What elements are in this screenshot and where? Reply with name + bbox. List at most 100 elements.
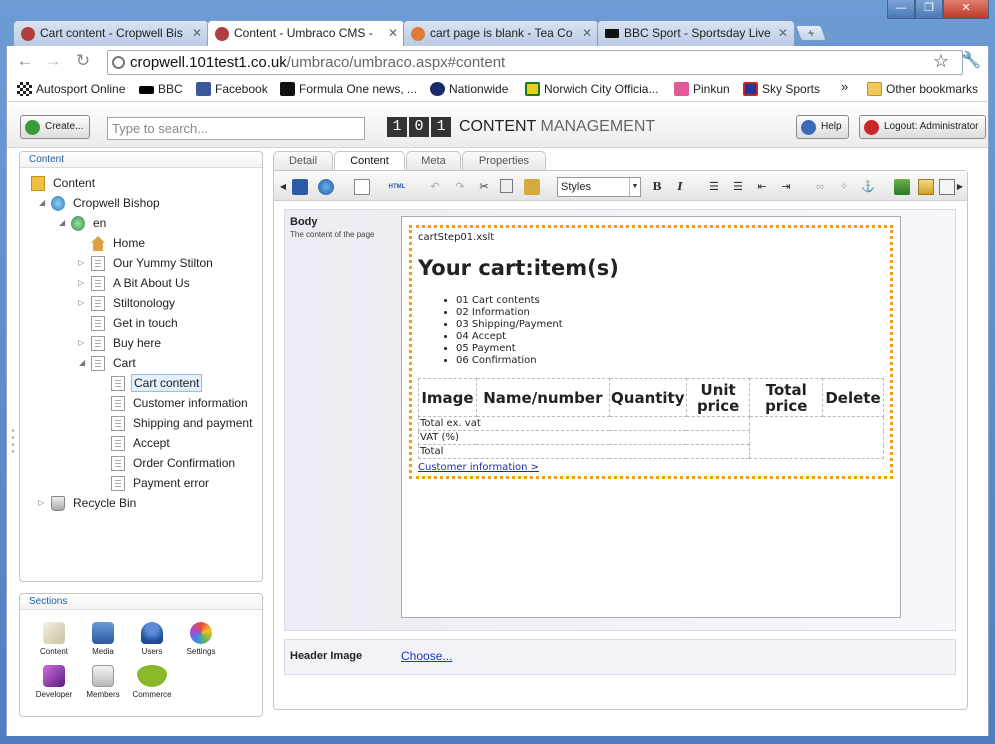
tab-detail[interactable]: Detail — [273, 151, 333, 171]
bookmark-item[interactable]: Nationwide — [430, 82, 508, 96]
wrench-icon[interactable]: 🔧 — [961, 52, 981, 72]
help-button[interactable]: Help — [796, 115, 849, 139]
toolbar-scroll-right-icon[interactable]: ▶ — [955, 179, 965, 195]
document-icon — [91, 316, 105, 331]
close-tab-icon[interactable]: ✕ — [778, 26, 788, 40]
tab-title: cart page is blank - Tea Co — [430, 26, 573, 40]
insert-image-icon[interactable] — [894, 179, 910, 195]
outdent-icon[interactable]: ⇤ — [754, 179, 770, 195]
section-settings[interactable]: Settings — [177, 622, 225, 656]
bold-icon[interactable]: B — [649, 179, 665, 195]
section-commerce[interactable]: Commerce — [128, 665, 176, 699]
bookmark-label: Autosport Online — [36, 82, 126, 96]
redo-icon[interactable]: ↷ — [452, 179, 468, 195]
browser-tab[interactable]: cart page is blank - Tea Co ✕ — [403, 20, 599, 46]
create-button[interactable]: Create... — [20, 115, 91, 139]
italic-icon[interactable]: I — [672, 179, 688, 195]
browser-tab[interactable]: Cart content - Cropwell Bis ✕ — [13, 20, 209, 46]
close-tab-icon[interactable]: ✕ — [582, 26, 592, 40]
section-label: Content — [39, 647, 69, 656]
address-bar[interactable]: cropwell.101test1.co.uk/umbraco/umbraco.… — [107, 50, 963, 75]
total-ex-vat-label: Total ex. vat — [417, 416, 751, 431]
link-icon[interactable]: ∞ — [812, 179, 828, 195]
anchor-icon[interactable]: ⚓ — [860, 179, 876, 195]
bookmark-item[interactable]: Norwich City Officia... — [525, 82, 658, 96]
bookmark-label: Facebook — [215, 82, 268, 96]
tree-label: Our Yummy Stilton — [113, 256, 213, 270]
styles-label: Styles — [561, 181, 591, 193]
section-users[interactable]: Users — [128, 622, 176, 656]
media-section-icon — [92, 622, 114, 644]
tab-meta[interactable]: Meta — [406, 151, 461, 171]
expand-arrow-icon[interactable]: ▷ — [78, 294, 88, 312]
bookmark-item[interactable]: Facebook — [196, 82, 268, 96]
reload-icon[interactable]: ↻ — [73, 52, 93, 72]
save-publish-icon[interactable] — [318, 179, 334, 195]
expand-arrow-icon[interactable]: ▷ — [78, 274, 88, 292]
choose-link[interactable]: Choose... — [401, 649, 452, 663]
unlink-icon[interactable]: ✧ — [836, 179, 852, 195]
splitter-handle[interactable] — [11, 427, 15, 455]
insert-macro-icon[interactable] — [939, 179, 955, 195]
browser-tab[interactable]: BBC Sport - Sportsday Live ✕ — [597, 20, 795, 46]
expand-arrow-icon[interactable]: ◢ — [39, 194, 49, 212]
macro-container[interactable]: cartStep01.xslt Your cart:item(s) 01 Car… — [409, 225, 893, 479]
close-tab-icon[interactable]: ✕ — [192, 26, 202, 40]
styles-select[interactable]: Styles ▼ — [557, 177, 641, 197]
html-icon[interactable]: HTML — [386, 179, 408, 195]
expand-arrow-icon[interactable]: ◢ — [79, 354, 89, 372]
preview-icon[interactable] — [354, 179, 370, 195]
cut-icon[interactable]: ✂ — [476, 179, 492, 195]
back-arrow-icon[interactable]: ← — [15, 52, 35, 72]
indent-icon[interactable]: ⇥ — [778, 179, 794, 195]
section-content[interactable]: Content — [30, 622, 78, 656]
document-icon — [111, 396, 125, 411]
bookmark-item[interactable]: Formula One news, ... — [280, 82, 417, 96]
customer-info-link[interactable]: Customer information > — [418, 462, 539, 473]
bookmark-item[interactable]: BBC — [139, 82, 183, 96]
other-bookmarks[interactable]: Other bookmarks — [867, 82, 978, 96]
bookmark-item[interactable]: Sky Sports — [743, 82, 820, 96]
expand-arrow-icon[interactable]: ◢ — [59, 214, 69, 232]
section-media[interactable]: Media — [79, 622, 127, 656]
tab-content[interactable]: Content — [334, 151, 405, 172]
content-section-icon — [43, 622, 65, 644]
bullet-list-icon[interactable]: ☰ — [706, 179, 722, 195]
undo-icon[interactable]: ↶ — [427, 179, 443, 195]
tab-properties[interactable]: Properties — [462, 151, 546, 171]
insert-media-icon[interactable] — [918, 179, 934, 195]
pinkun-icon — [674, 82, 689, 96]
toolbar-scroll-left-icon[interactable]: ◀ — [275, 179, 291, 195]
forward-arrow-icon[interactable]: → — [43, 52, 63, 72]
globe-icon — [51, 196, 65, 211]
section-label: Media — [92, 647, 114, 656]
expand-arrow-icon[interactable]: ▷ — [38, 494, 48, 512]
section-developer[interactable]: Developer — [30, 665, 78, 699]
copy-icon[interactable] — [500, 179, 513, 193]
tree-label: Recycle Bin — [73, 496, 137, 510]
paste-icon[interactable] — [524, 179, 540, 195]
bookmark-item[interactable]: Autosport Online — [17, 82, 125, 96]
search-input[interactable]: Type to search... — [107, 117, 365, 140]
numbered-list-icon[interactable]: ☰ — [730, 179, 746, 195]
section-label: Developer — [35, 690, 73, 699]
save-icon[interactable] — [292, 179, 308, 195]
document-icon — [111, 416, 125, 431]
bookmark-star-icon[interactable]: ☆ — [931, 52, 951, 72]
tab-strip: Cart content - Cropwell Bis ✕ Content - … — [0, 0, 995, 47]
section-members[interactable]: Members — [79, 665, 127, 699]
rich-text-editor[interactable]: cartStep01.xslt Your cart:item(s) 01 Car… — [401, 216, 901, 618]
section-label: Users — [141, 647, 163, 656]
bookmark-item[interactable]: Pinkun — [674, 82, 730, 96]
logo-bold: CONTENT — [459, 118, 537, 135]
bookmarks-more-chevron-icon[interactable]: » — [841, 79, 848, 94]
logo-light: MANAGEMENT — [540, 118, 656, 135]
new-tab-button[interactable]: + — [795, 25, 827, 41]
tree-label: Buy here — [113, 336, 162, 350]
logout-button[interactable]: Logout: Administrator — [859, 115, 986, 139]
expand-arrow-icon[interactable]: ▷ — [78, 254, 88, 272]
browser-tab-active[interactable]: Content - Umbraco CMS - ✕ — [207, 20, 405, 47]
list-item: 02 Information — [456, 307, 563, 319]
expand-arrow-icon[interactable]: ▷ — [78, 334, 88, 352]
close-tab-icon[interactable]: ✕ — [388, 26, 398, 40]
